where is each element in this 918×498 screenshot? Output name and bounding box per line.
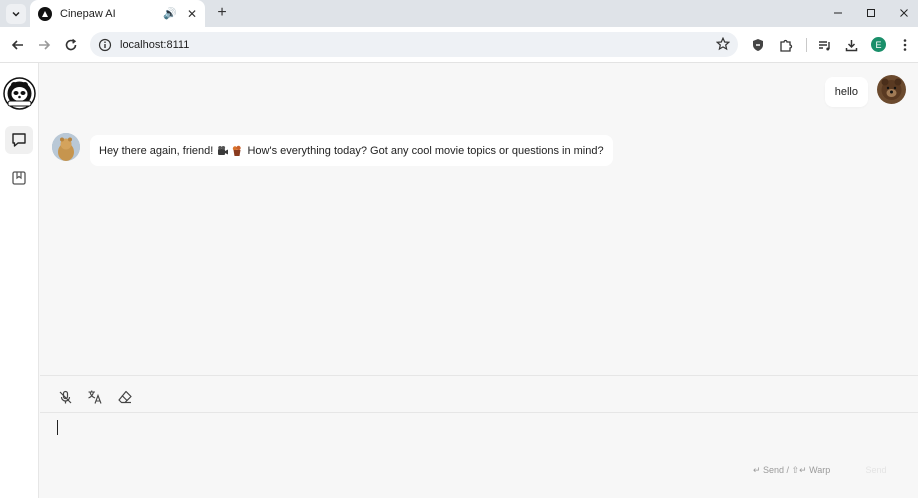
puzzle-icon <box>779 39 792 52</box>
assistant-avatar <box>52 133 80 161</box>
minimize-button[interactable] <box>829 4 847 22</box>
movie-camera-emoji-icon <box>218 145 229 155</box>
reload-icon <box>65 38 77 51</box>
tab-close-icon[interactable]: ✕ <box>187 7 197 21</box>
translate-icon <box>88 390 102 404</box>
arrow-left-icon <box>11 40 23 50</box>
assistant-message-text-start: Hey there again, friend! <box>99 144 214 157</box>
chat-area: hello Hey there again, friend! How's eve… <box>40 63 918 375</box>
composer: ↵ Send / ⇧↵ Warp Send <box>40 375 918 498</box>
extensions-button[interactable] <box>776 36 794 54</box>
tab-search-button[interactable] <box>6 4 26 24</box>
popcorn-emoji-icon <box>233 145 242 156</box>
shield-icon <box>753 39 763 51</box>
maximize-icon <box>867 9 875 17</box>
send-button[interactable]: Send <box>856 460 896 480</box>
sidebar-item-bookmark[interactable] <box>5 164 33 192</box>
composer-toolbar <box>40 376 918 413</box>
close-icon <box>900 9 908 17</box>
browser-menu-button[interactable] <box>896 36 914 54</box>
user-avatar <box>877 75 906 104</box>
message-input[interactable] <box>56 421 896 461</box>
send-hint: ↵ Send / ⇧↵ Warp <box>753 465 831 475</box>
playlist-icon <box>818 40 830 50</box>
translate-button[interactable] <box>87 389 103 405</box>
more-vertical-icon <box>903 39 907 51</box>
favicon-icon <box>38 6 52 21</box>
mic-off-icon <box>59 390 71 403</box>
assistant-message-text-end: How's everything today? Got any cool mov… <box>247 144 604 157</box>
toolbar-separator <box>806 38 807 52</box>
download-icon <box>845 39 857 51</box>
browser-toolbar: localhost:8111 E <box>0 27 918 63</box>
shield-extension-button[interactable] <box>749 36 767 54</box>
arrow-right-icon <box>39 40 51 50</box>
eraser-icon <box>118 390 132 404</box>
speaker-icon[interactable]: 🔊 <box>163 7 177 20</box>
bookmark-icon <box>12 171 26 185</box>
star-icon[interactable] <box>716 37 730 51</box>
cinepaw-logo-icon[interactable] <box>3 77 36 110</box>
maximize-button[interactable] <box>862 4 880 22</box>
text-caret <box>57 420 58 435</box>
app-sidebar <box>0 63 39 498</box>
user-message: hello <box>824 77 868 107</box>
sidebar-item-chat[interactable] <box>5 126 33 154</box>
info-icon[interactable] <box>98 38 112 52</box>
forward-button[interactable] <box>34 35 54 55</box>
downloads-button[interactable] <box>842 36 860 54</box>
back-button[interactable] <box>8 35 28 55</box>
tab-title: Cinepaw AI <box>60 7 116 20</box>
address-bar[interactable]: localhost:8111 <box>90 32 738 57</box>
mic-toggle-button[interactable] <box>57 389 73 405</box>
url-text: localhost:8111 <box>120 38 190 51</box>
clear-button[interactable] <box>117 389 133 405</box>
new-tab-button[interactable]: + <box>212 3 232 23</box>
reload-button[interactable] <box>61 35 81 55</box>
window-close-button[interactable] <box>895 4 913 22</box>
assistant-message: Hey there again, friend! How's everythin… <box>90 135 613 166</box>
tab-strip: Cinepaw AI 🔊 ✕ + <box>0 0 918 27</box>
minimize-icon <box>834 12 842 14</box>
media-control-button[interactable] <box>815 36 833 54</box>
chat-icon <box>12 133 26 147</box>
profile-avatar[interactable]: E <box>871 37 886 52</box>
browser-tab[interactable]: Cinepaw AI 🔊 ✕ <box>30 0 205 27</box>
chevron-down-icon <box>12 11 20 17</box>
